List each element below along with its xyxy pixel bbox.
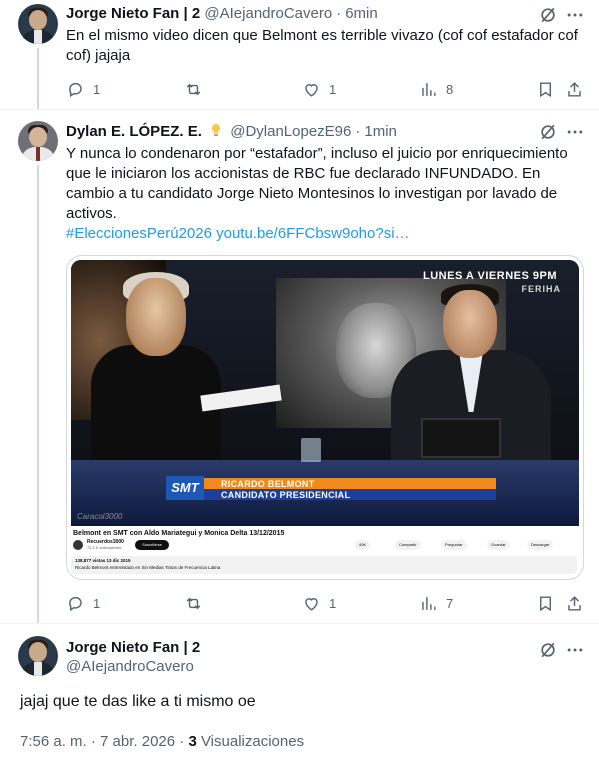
grok-icon[interactable] (538, 5, 558, 25)
tweet-timestamp[interactable]: 7:56 a. m. · 7 abr. 2026 · 3 Visualizaci… (20, 732, 304, 752)
user-handle[interactable]: @AIejandroCavero (204, 5, 332, 22)
user-handle[interactable]: @AIejandroCavero (66, 657, 194, 677)
reply-count: 1 (93, 595, 101, 611)
share-icon (568, 81, 581, 97)
lower-third-name: RICARDO BELMONT (221, 479, 315, 489)
share-button[interactable] (565, 593, 584, 613)
yt-video-title: Belmont en SMT con Aldo Mariategui y Mon… (73, 530, 285, 537)
tweet-text: Y nunca lo condenaron por “estafador”, i… (66, 145, 568, 242)
promo-text: LUNES A VIERNES 9PM (423, 270, 557, 282)
bookmark-icon (540, 595, 551, 611)
more-icon[interactable] (565, 5, 585, 25)
reply-icon (69, 596, 82, 611)
yt-description: 138,877 vistas 13 dic 2015 Ricardo Belmo… (71, 556, 577, 574)
tweet-1[interactable]: Jorge Nieto Fan | 2 @AIejandroCavero · 6mi… (0, 0, 599, 110)
reply-count: 1 (93, 81, 101, 97)
views-button[interactable]: 8 (419, 79, 453, 99)
reply-icon (69, 82, 82, 97)
yt-save: Guardar (487, 540, 510, 550)
share-button[interactable] (565, 79, 584, 99)
like-icon (305, 597, 318, 611)
retweet-icon (186, 83, 201, 95)
yt-share: Compartir (395, 540, 421, 550)
bookmark-button[interactable] (536, 593, 555, 613)
views-count: 8 (446, 81, 454, 97)
tweet-actions: 1 1 7 (66, 593, 591, 613)
yt-like: 49K (355, 540, 371, 550)
youtube-link[interactable]: youtu.be/6FFCbsw9oho?si… (216, 225, 409, 242)
tweet-time[interactable]: 6min (345, 5, 378, 22)
yt-subscribers: 72.1 K suscriptores (87, 545, 122, 550)
hashtag-link[interactable]: #EleccionesPerú2026 (66, 225, 212, 242)
views-count: 3 (188, 733, 197, 750)
views-label: Visualizaciones (196, 733, 305, 750)
more-icon[interactable] (565, 122, 585, 142)
tweet-time[interactable]: 1min (364, 123, 397, 140)
views-icon (422, 82, 436, 96)
thread-line (37, 165, 39, 624)
grok-icon[interactable] (538, 122, 558, 142)
thread-line (37, 48, 39, 110)
retweet-button[interactable] (184, 79, 203, 99)
reply-button[interactable]: 1 (66, 593, 100, 613)
reply-button[interactable]: 1 (66, 79, 100, 99)
share-icon (568, 595, 581, 611)
views-count: 7 (446, 595, 454, 611)
views-icon (422, 596, 436, 610)
media-card[interactable]: LUNES A VIERNES 9PM FERIHA SMT RICARDO B… (66, 255, 584, 580)
retweet-icon (186, 597, 201, 609)
user-name[interactable]: Jorge Nieto Fan | 2 (66, 5, 200, 22)
tweet-header: Jorge Nieto Fan | 2 @AIejandroCavero · 6mi… (66, 5, 378, 22)
channel-logo: SMT (166, 476, 204, 500)
more-icon[interactable] (565, 640, 585, 660)
like-button[interactable]: 1 (302, 79, 336, 99)
avatar[interactable] (18, 4, 58, 44)
promo-sub: FERIHA (521, 284, 561, 294)
tweet-actions: 1 1 8 (66, 79, 591, 99)
video-thumbnail[interactable]: LUNES A VIERNES 9PM FERIHA SMT RICARDO B… (71, 260, 579, 526)
like-count: 1 (329, 81, 337, 97)
tweet-text: En el mismo video dicen que Belmont es t… (66, 27, 578, 64)
grok-icon[interactable] (538, 640, 558, 660)
user-handle[interactable]: @DylanLopezE96 (230, 123, 351, 140)
yt-ask: Preguntar (441, 540, 467, 550)
views-button[interactable]: 7 (419, 593, 453, 613)
yt-download: Descargar (527, 540, 554, 550)
like-icon (305, 83, 318, 97)
lightbulb-icon (212, 123, 221, 136)
tweet-text: jajaj que te das like a ti mismo oe (20, 693, 256, 710)
bookmark-button[interactable] (536, 79, 555, 99)
like-button[interactable]: 1 (302, 593, 336, 613)
user-name[interactable]: Jorge Nieto Fan | 2 (66, 638, 200, 658)
avatar[interactable] (18, 636, 58, 676)
like-count: 1 (329, 595, 337, 611)
user-name[interactable]: Dylan E. LÓPEZ. E. (66, 123, 202, 140)
watermark: Caracol3000 (77, 512, 123, 521)
lower-third-role: CANDIDATO PRESIDENCIAL (221, 490, 351, 500)
yt-actions: 49K Compartir Preguntar Guardar Descarga… (355, 540, 570, 550)
bookmark-icon (540, 81, 551, 97)
tweet-header: Dylan E. LÓPEZ. E. @DylanLopezE96 · 1min (66, 123, 397, 140)
yt-channel-row: Recuerdos3000 72.1 K suscriptores Suscri… (73, 539, 573, 553)
yt-channel-avatar (73, 540, 83, 550)
avatar[interactable] (18, 121, 58, 161)
yt-subscribe-button: Suscribirse (135, 540, 169, 550)
retweet-button[interactable] (184, 593, 203, 613)
